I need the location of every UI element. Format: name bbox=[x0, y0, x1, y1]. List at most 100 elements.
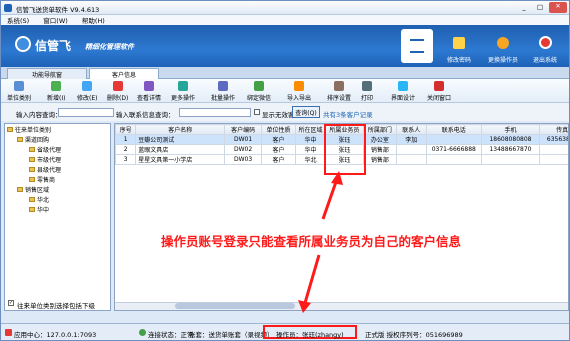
toolbar: 单位类别 新增(I) 修改(E) 删除(D) 查看详情 更多操作 批量操作 绑定… bbox=[1, 79, 569, 103]
bind-wechat-label: 绑定微信 bbox=[247, 95, 272, 102]
include-sub-checkbox[interactable]: ✓ bbox=[8, 300, 14, 306]
edit-button[interactable]: 修改(E) bbox=[77, 81, 97, 103]
change-password-button[interactable]: 修改密码 bbox=[437, 25, 481, 67]
tree-item-6[interactable]: 华北 bbox=[29, 195, 49, 204]
delete-icon bbox=[112, 81, 123, 91]
table-cell bbox=[395, 154, 427, 165]
table-cell: 办公室 bbox=[363, 134, 397, 145]
column-header[interactable]: 客户编码 bbox=[224, 124, 262, 135]
column-header[interactable]: 传真 bbox=[539, 124, 568, 135]
invalid-checkbox[interactable] bbox=[254, 109, 260, 115]
import-export-label: 导入导出 bbox=[287, 95, 312, 102]
customer-grid: 序号 客户名称 客户编码 单位性质 所在区域 所属业务员 所属部门 联系人 联系… bbox=[114, 123, 569, 311]
unit-category-button[interactable]: 单位类别 bbox=[7, 81, 31, 103]
view-detail-button[interactable]: 查看详情 bbox=[137, 81, 161, 103]
category-icon bbox=[14, 81, 24, 91]
table-cell: 客户 bbox=[260, 134, 297, 145]
query-button[interactable]: 查询(Q) bbox=[292, 106, 320, 118]
annotation-text: 操作员账号登录只能查看所属业务员为自己的客户信息 bbox=[161, 234, 462, 249]
column-header[interactable]: 序号 bbox=[115, 124, 137, 135]
table-cell: 13488667870 bbox=[480, 144, 541, 155]
tree-item-4[interactable]: 零售商 bbox=[29, 175, 55, 184]
column-header[interactable]: 手机 bbox=[480, 124, 541, 135]
column-header[interactable]: 所属部门 bbox=[363, 124, 397, 135]
tree-item-2[interactable]: 市级代理 bbox=[29, 155, 61, 164]
menu-window[interactable]: 窗口(W) bbox=[43, 17, 68, 25]
application-window: 信管飞送货单软件 V9.4.613 _ □ ✕ 系统(S) 窗口(W) 帮助(H… bbox=[0, 0, 570, 341]
tree-item-label: 市级代理 bbox=[37, 157, 62, 164]
tab-navigation[interactable]: 功能导航窗 bbox=[7, 68, 87, 79]
design-icon bbox=[398, 81, 408, 91]
sort-icon bbox=[334, 81, 344, 91]
tree-item-7[interactable]: 华中 bbox=[29, 205, 49, 214]
tree-root[interactable]: 往来单位类别 bbox=[7, 125, 51, 134]
table-cell: 18608080808 bbox=[480, 134, 541, 145]
keyword-label: 输入内容查询： bbox=[16, 111, 62, 119]
exit-system-label: 退出系统 bbox=[532, 57, 557, 64]
column-header[interactable]: 联系人 bbox=[395, 124, 427, 135]
tree-item-0[interactable]: 渠道回购 bbox=[17, 135, 49, 144]
edit-icon bbox=[82, 81, 93, 91]
table-cell: 63563899 bbox=[539, 134, 568, 145]
table-cell: 星星文具第一小学店 bbox=[135, 154, 226, 165]
print-button[interactable]: 打印 bbox=[361, 81, 373, 103]
tree-item-label: 零售商 bbox=[37, 177, 56, 184]
keyword-input[interactable] bbox=[58, 108, 114, 117]
menu-help[interactable]: 帮助(H) bbox=[82, 17, 105, 25]
tree-item-5[interactable]: 销售区域 bbox=[17, 185, 49, 194]
more-icon bbox=[178, 81, 188, 91]
delete-label: 删除(D) bbox=[107, 95, 129, 102]
table-cell: 2 bbox=[115, 144, 137, 155]
lock-icon bbox=[453, 37, 465, 49]
batch-actions-label: 批量操作 bbox=[211, 95, 236, 102]
close-button[interactable]: ✕ bbox=[549, 2, 567, 13]
include-sub-label: 往来单位类别选择包括下级 bbox=[17, 302, 95, 310]
add-label: 新增(I) bbox=[47, 95, 66, 102]
ui-design-button[interactable]: 界面设计 bbox=[391, 81, 415, 103]
table-cell: 华北 bbox=[295, 154, 326, 165]
maximize-button[interactable]: □ bbox=[533, 3, 547, 12]
delete-button[interactable]: 删除(D) bbox=[107, 81, 128, 103]
import-export-button[interactable]: 导入导出 bbox=[287, 81, 311, 103]
view-icon bbox=[144, 81, 154, 91]
app-center-status: 应用中心：127.0.0.1:7093 bbox=[14, 331, 97, 339]
edit-label: 修改(E) bbox=[77, 95, 98, 102]
tree-item-label: 销售区域 bbox=[25, 187, 50, 194]
menu-grid-icon bbox=[410, 39, 424, 53]
tab-navigation-label: 功能导航窗 bbox=[31, 71, 62, 79]
column-header[interactable]: 所在区域 bbox=[295, 124, 326, 135]
table-cell: 华中 bbox=[295, 134, 326, 145]
minimize-button[interactable]: _ bbox=[517, 3, 531, 12]
menu-bar: 系统(S) 窗口(W) 帮助(H) bbox=[1, 15, 569, 25]
scrollbar-thumb[interactable] bbox=[175, 303, 295, 309]
table-cell: 销售部 bbox=[363, 154, 397, 165]
batch-actions-button[interactable]: 批量操作 bbox=[211, 81, 235, 103]
menu-grid-button[interactable] bbox=[401, 29, 433, 63]
import-export-icon bbox=[294, 81, 304, 91]
close-window-button[interactable]: 关闭窗口 bbox=[427, 81, 451, 103]
column-header[interactable]: 客户名称 bbox=[135, 124, 226, 135]
query-label: 查询(Q) bbox=[295, 109, 317, 117]
tab-customer-info[interactable]: 客户信息 bbox=[89, 68, 159, 79]
tree-item-3[interactable]: 县级代理 bbox=[29, 165, 61, 174]
table-cell: 0371-6666888 bbox=[425, 144, 482, 155]
print-label: 打印 bbox=[361, 95, 374, 102]
search-row: 输入内容查询： 输入联系信息查询： 显示无效客户 查询(Q) 共有3条客户记录 bbox=[1, 103, 569, 121]
bind-wechat-button[interactable]: 绑定微信 bbox=[247, 81, 271, 103]
window-title: 信管飞送货单软件 V9.4.613 bbox=[16, 6, 100, 14]
table-cell: 客户 bbox=[260, 144, 297, 155]
table-cell bbox=[539, 154, 568, 165]
change-operator-button[interactable]: 更换操作员 bbox=[481, 25, 525, 67]
more-actions-button[interactable]: 更多操作 bbox=[171, 81, 195, 103]
column-header[interactable]: 单位性质 bbox=[260, 124, 297, 135]
contact-input[interactable] bbox=[179, 108, 251, 117]
tree-item-1[interactable]: 省级代理 bbox=[29, 145, 61, 154]
table-cell bbox=[539, 144, 568, 155]
sort-settings-button[interactable]: 排序设置 bbox=[327, 81, 351, 103]
exit-system-button[interactable]: 退出系统 bbox=[523, 25, 567, 67]
add-button[interactable]: 新增(I) bbox=[47, 81, 65, 103]
change-operator-label: 更换操作员 bbox=[487, 57, 518, 64]
tab-bar: 功能导航窗 客户信息 bbox=[1, 67, 569, 79]
column-header[interactable]: 联系电话 bbox=[425, 124, 482, 135]
menu-system[interactable]: 系统(S) bbox=[7, 17, 29, 25]
